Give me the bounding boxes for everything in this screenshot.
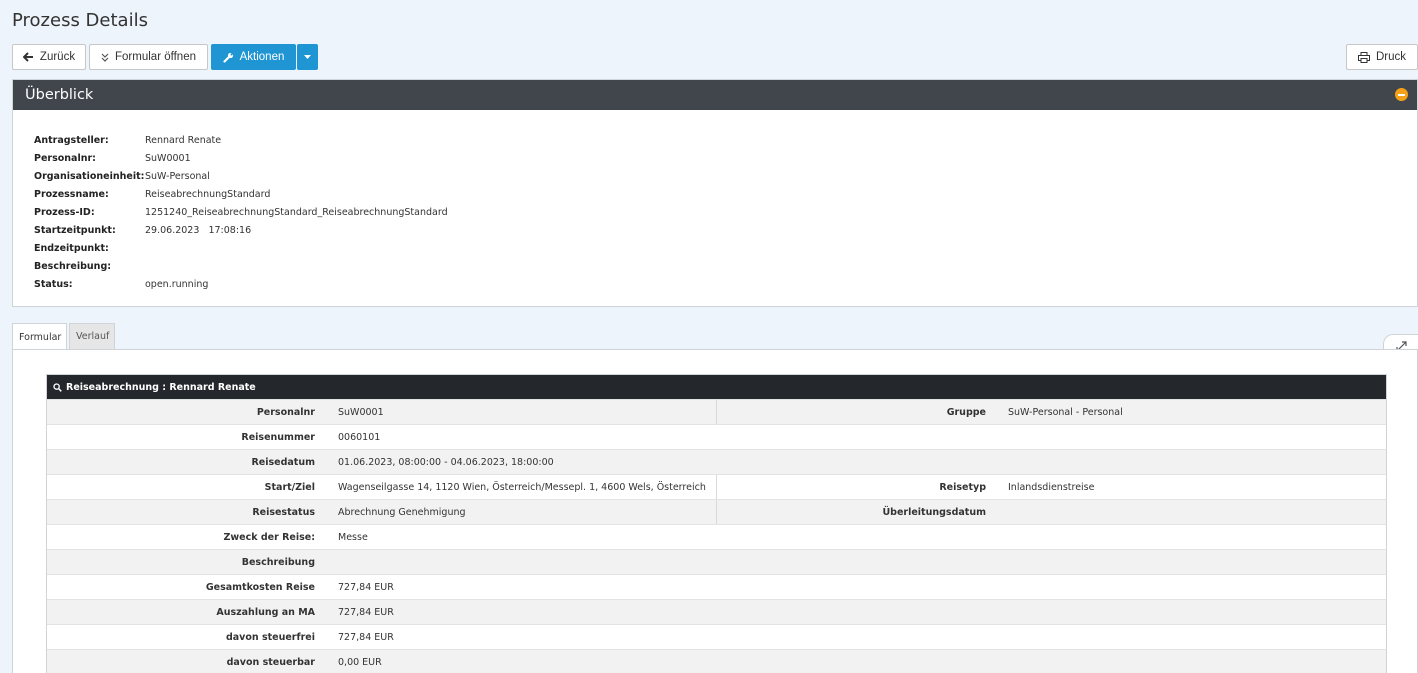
- back-button-label: Zurück: [39, 51, 76, 63]
- wrench-icon: [223, 52, 233, 63]
- tab-formular[interactable]: Formular: [12, 323, 67, 350]
- open-form-label: Formular öffnen: [115, 51, 196, 63]
- overview-title: Überblick: [25, 87, 94, 103]
- print-button[interactable]: Druck: [1346, 44, 1418, 70]
- table-row: Personalnr SuW0001 Gruppe SuW-Personal -…: [47, 399, 1386, 424]
- collapse-icon[interactable]: [1395, 88, 1408, 101]
- actions-label: Aktionen: [239, 51, 285, 63]
- table-row: Start/Ziel Wagenseilgasse 14, 1120 Wien,…: [47, 474, 1386, 499]
- overview-field-process-id: Prozess-ID: 1251240_ReiseabrechnungStanda…: [34, 207, 448, 218]
- tab-bar: Formular Verlauf: [12, 323, 115, 350]
- overview-field-status: Status: open.running: [34, 279, 209, 290]
- overview-fields: Antragsteller: Rennard Renate Personalnr:…: [34, 132, 448, 294]
- table-row: Auszahlung an MA 727,84 EUR: [47, 599, 1386, 624]
- print-label: Druck: [1375, 51, 1407, 63]
- tab-verlauf[interactable]: Verlauf: [69, 323, 115, 349]
- arrow-left-icon: [22, 52, 33, 62]
- search-icon: [53, 382, 62, 392]
- table-row: Zweck der Reise: Messe: [47, 524, 1386, 549]
- record-header: Reiseabrechnung : Rennard Renate: [47, 375, 1386, 399]
- caret-down-icon: [304, 55, 311, 59]
- travel-expense-record: Reiseabrechnung : Rennard Renate Persona…: [46, 374, 1387, 673]
- overview-header: Überblick: [13, 80, 1417, 110]
- actions-button[interactable]: Aktionen: [211, 44, 296, 70]
- form-panel: Reiseabrechnung : Rennard Renate Persona…: [12, 349, 1418, 673]
- overview-field-start-time: Startzeitpunkt: 29.06.2023 17:08:16: [34, 225, 252, 236]
- record-title: Reiseabrechnung : Rennard Renate: [66, 381, 256, 393]
- printer-icon: [1357, 51, 1370, 63]
- table-row: Gesamtkosten Reise 727,84 EUR: [47, 574, 1386, 599]
- back-button[interactable]: Zurück: [12, 44, 86, 70]
- open-form-button[interactable]: Formular öffnen: [89, 44, 208, 70]
- overview-field-description: Beschreibung:: [34, 261, 112, 272]
- table-row: davon steuerbar 0,00 EUR: [47, 649, 1386, 673]
- page-title: Prozess Details: [12, 10, 148, 31]
- table-row: davon steuerfrei 727,84 EUR: [47, 624, 1386, 649]
- overview-field-process-name: Prozessname: ReiseabrechnungStandard: [34, 189, 271, 200]
- overview-panel: Überblick Antragsteller: Rennard Renate P…: [12, 79, 1418, 307]
- table-row: Beschreibung: [47, 549, 1386, 574]
- actions-dropdown-toggle[interactable]: [297, 44, 318, 70]
- table-row: Reisedatum 01.06.2023, 08:00:00 - 04.06.…: [47, 449, 1386, 474]
- table-row: Reisenummer 0060101: [47, 424, 1386, 449]
- overview-field-end-time: Endzeitpunkt:: [34, 243, 109, 254]
- table-row: Reisestatus Abrechnung Genehmigung Überl…: [47, 499, 1386, 524]
- overview-field-personnel-no: Personalnr: SuW0001: [34, 153, 191, 164]
- double-chevron-down-icon: [101, 53, 109, 62]
- overview-field-applicant: Antragsteller: Rennard Renate: [34, 135, 222, 146]
- overview-field-org-unit: Organisationeinheit: SuW-Personal: [34, 171, 210, 182]
